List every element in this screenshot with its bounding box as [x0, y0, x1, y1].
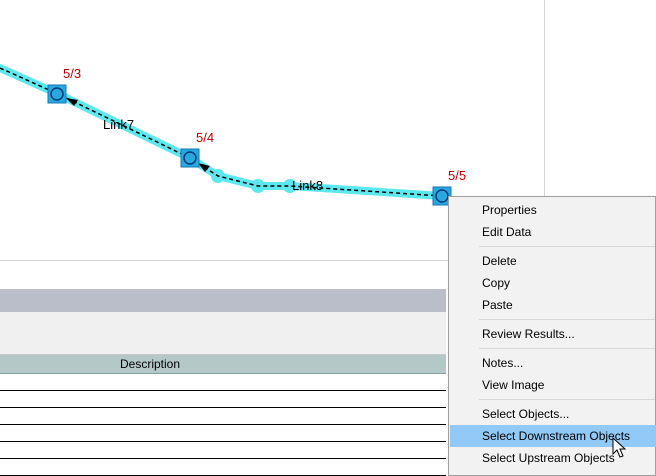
table-row[interactable] — [0, 425, 446, 442]
menu-item-delete[interactable]: Delete — [450, 250, 656, 272]
table-row[interactable] — [0, 391, 446, 408]
table-row[interactable] — [0, 442, 446, 459]
context-menu: Properties Edit Data Delete Copy Paste R… — [448, 196, 656, 476]
table-row[interactable] — [0, 374, 446, 391]
menu-item-review-results[interactable]: Review Results... — [450, 323, 656, 345]
menu-item-select-objects[interactable]: Select Objects... — [450, 403, 656, 425]
table-row[interactable] — [0, 459, 446, 476]
node-label-5-5: 5/5 — [448, 168, 466, 183]
menu-separator — [479, 246, 655, 247]
node-5-3[interactable] — [47, 84, 67, 104]
column-header-description[interactable]: Description — [120, 357, 180, 371]
panel-toolbar-area — [0, 312, 446, 355]
mouse-pointer-icon — [612, 437, 626, 458]
node-5-4[interactable] — [180, 148, 200, 168]
table-row[interactable] — [0, 408, 446, 425]
menu-item-paste[interactable]: Paste — [450, 294, 656, 316]
menu-separator — [479, 348, 655, 349]
menu-separator — [479, 319, 655, 320]
node-label-5-3: 5/3 — [63, 66, 81, 81]
menu-item-properties[interactable]: Properties — [450, 199, 656, 221]
link-label-link7: Link7 — [103, 117, 134, 132]
link-label-link8: Link8 — [292, 178, 323, 193]
menu-item-notes[interactable]: Notes... — [450, 352, 656, 374]
menu-item-edit-data[interactable]: Edit Data — [450, 221, 656, 243]
panel-header — [0, 289, 446, 313]
node-label-5-4: 5/4 — [196, 130, 214, 145]
menu-item-copy[interactable]: Copy — [450, 272, 656, 294]
grid-header: Description — [0, 355, 446, 374]
menu-separator — [479, 399, 655, 400]
menu-item-view-image[interactable]: View Image — [450, 374, 656, 396]
